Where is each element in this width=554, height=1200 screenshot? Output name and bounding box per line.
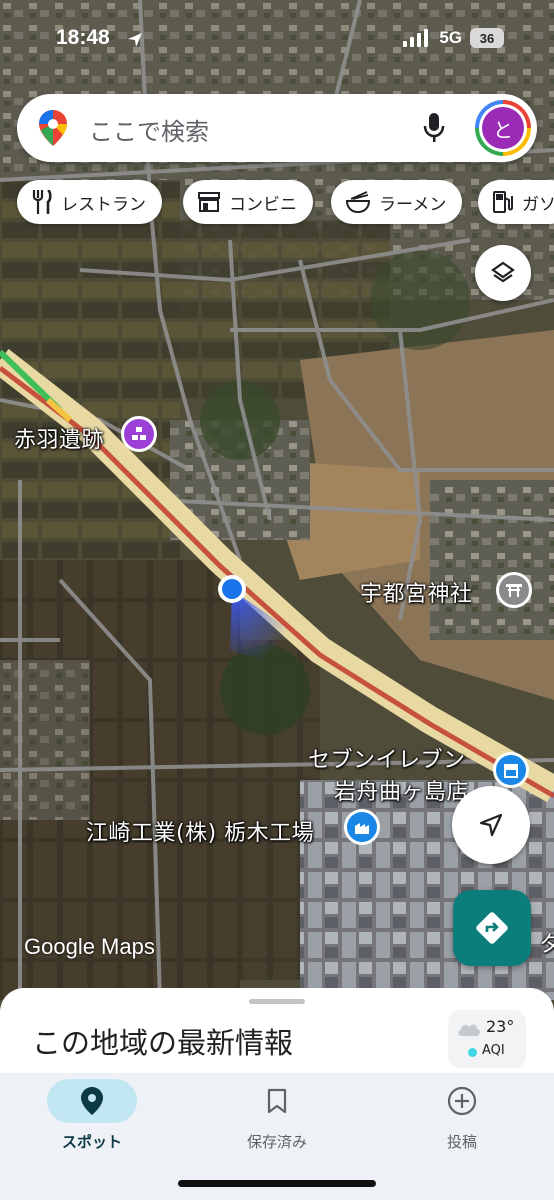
nav-saved-label: 保存済み [246,1133,307,1151]
nav-saved[interactable]: 保存済み [185,1073,369,1173]
signal-icon [403,29,429,47]
convenience-store-icon[interactable] [493,752,529,788]
microphone-icon[interactable] [423,113,445,143]
navigation-arrow-icon [479,813,503,837]
chip-label: コンビニ [229,194,297,215]
aqi-indicator-dot [468,1048,477,1057]
battery-indicator: 36 [470,28,504,48]
gas-pump-icon [493,191,513,213]
chip-label: レストラン [61,194,146,215]
cloud-icon [458,1024,480,1036]
ramen-bowl-icon [345,191,371,214]
weather-widget[interactable]: 23° AQI [448,1010,526,1068]
nav-spot-label: スポット [61,1133,122,1151]
home-indicator[interactable] [178,1180,376,1187]
temperature: 23° [486,1017,515,1036]
nav-contribute-icon-wrap [417,1079,507,1123]
drag-handle[interactable] [249,999,305,1004]
network-type: 5G [439,28,462,47]
place-label-akabane[interactable]: 赤羽遺跡 [14,422,104,454]
layers-icon [491,261,515,283]
account-avatar[interactable]: と [475,100,531,156]
avatar-initial: と [482,107,524,149]
nav-saved-icon-wrap [232,1079,322,1123]
chip-label: ガソ [522,194,554,215]
chip-label: ラーメン [379,194,447,215]
nav-contribute-label: 投稿 [446,1133,477,1151]
directions-button[interactable] [453,890,531,966]
status-bar: 18:48 5G 36 [0,26,554,56]
location-pin-icon [81,1087,103,1115]
chip-convenience-store[interactable]: コンビニ [183,180,313,224]
layers-button[interactable] [475,245,531,301]
google-maps-pin-icon [39,110,67,146]
directions-icon [476,912,508,944]
nav-spot[interactable]: スポット [0,1073,184,1173]
landmark-icon[interactable] [121,416,157,452]
status-time: 18:48 [56,26,110,49]
location-arrow-icon [128,33,142,47]
store-icon [198,192,220,212]
place-label-edge: ダ [540,932,554,957]
search-bar[interactable]: ここで検索 と [17,94,537,162]
search-input[interactable]: ここで検索 [89,112,209,147]
nav-contribute[interactable]: 投稿 [370,1073,554,1173]
add-circle-icon [447,1086,477,1116]
place-label-seven-eleven-branch[interactable]: 岩舟曲ヶ島店 [334,774,469,806]
chip-gas-station[interactable]: ガソ [478,180,554,224]
place-label-ezaki-factory[interactable]: 江崎工業(株) 栃木工場 [86,815,314,847]
chip-ramen[interactable]: ラーメン [331,180,463,224]
aqi-label: AQI [482,1043,505,1058]
bookmark-icon [267,1088,287,1114]
my-location-button[interactable] [452,786,530,864]
chip-restaurant[interactable]: レストラン [17,180,162,224]
sheet-title: この地域の最新情報 [32,1026,294,1060]
google-maps-watermark: Google Maps [24,934,155,959]
shrine-icon[interactable] [496,572,532,608]
factory-icon[interactable] [344,809,380,845]
place-label-seven-eleven[interactable]: セブンイレブン [308,742,466,774]
fork-knife-icon [32,190,52,214]
place-label-utsunomiya-shrine[interactable]: 宇都宮神社 [360,576,473,608]
nav-spot-icon-wrap [47,1079,137,1123]
